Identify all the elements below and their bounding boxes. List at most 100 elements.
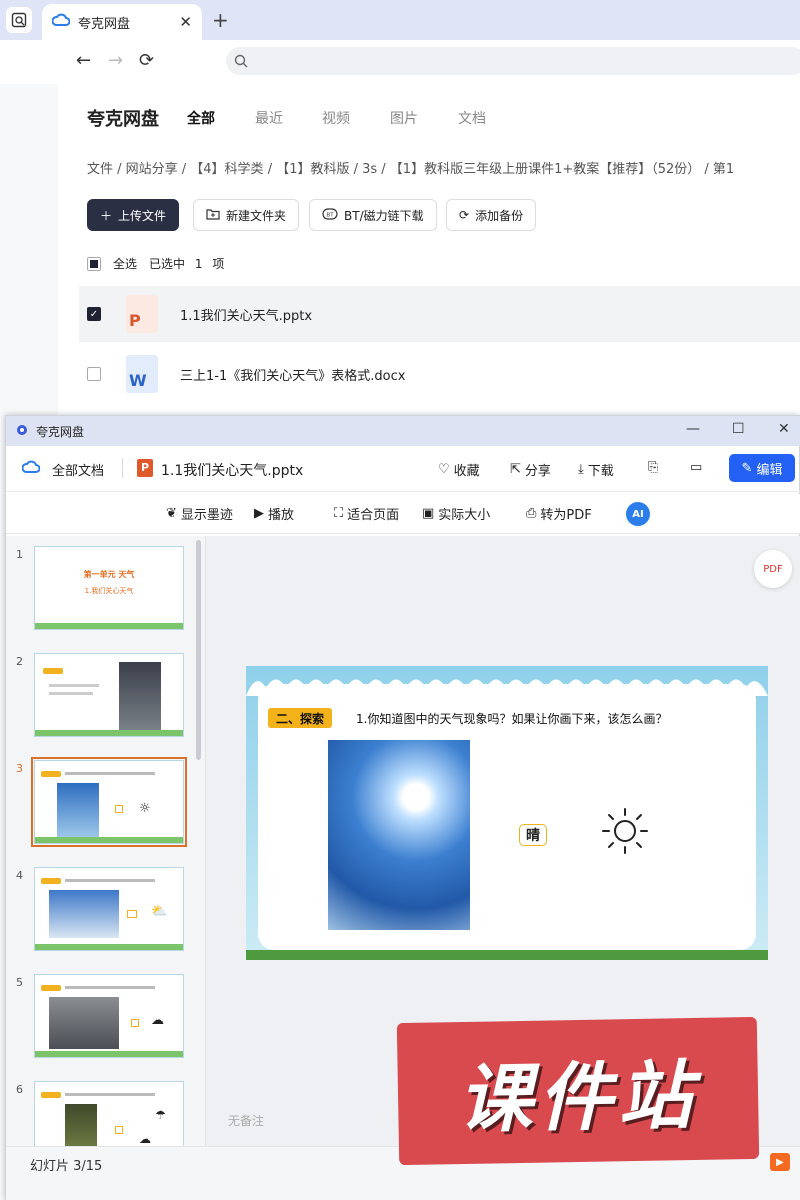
window-close-icon[interactable]: ✕ [778,421,790,437]
thumb-title: 第一单元 天气 [83,570,135,579]
select-all-label[interactable]: 全选 [113,255,137,272]
viewer-file-name: 1.1我们关心天气.pptx [161,463,304,479]
selected-unit: 项 [212,257,225,271]
tab-document[interactable]: 文档 [458,108,486,128]
sun-icon [602,808,648,854]
slide-thumb-2[interactable] [34,653,184,737]
viewer-title-bar: 夸克网盘 — ☐ ✕ [6,416,800,446]
tab-title: 夸克网盘 [78,16,131,32]
slide-thumb-5[interactable]: ☁ [34,974,184,1058]
tab-image[interactable]: 图片 [390,108,418,128]
thumb-number: 4 [16,869,23,882]
download-button[interactable]: ⤓ 下载 [578,460,614,479]
play-icon: ▶ [254,506,264,521]
slide-thumb-1[interactable]: 第一单元 天气 1.我们关心天气 [34,546,184,630]
cloud-icon [21,460,41,478]
file-name[interactable]: 三上1-1《我们关心天气》表格式.docx [180,365,405,384]
cloud-rain-icon: ☁ [139,1132,151,1146]
breadcrumb[interactable]: 文件 / 网站分享 / 【4】科学类 / 【1】教科版 / 3s / 【1】教科… [87,158,734,177]
pptx-file-icon: P [126,295,158,333]
file-checkbox[interactable] [87,367,101,381]
partly-cloudy-icon: ⛅ [151,904,168,919]
pptx-icon: P [137,459,153,477]
slide-thumbnails: 1 第一单元 天气 1.我们关心天气 2 3 ☼ 4 ⛅ 5 ☁ 6 ☂ ☁ [6,536,206,1146]
show-ink-button[interactable]: ❦ 显示墨迹 [166,504,233,523]
edit-button[interactable]: ✎ 编辑 [729,454,795,482]
to-pdf-button[interactable]: ⎙ 转为PDF [526,504,592,523]
rain-icon: ☂ [155,1108,166,1122]
pdf-convert-icon[interactable]: PDF [754,550,792,588]
slide-thumb-6[interactable]: ☂ ☁ [34,1081,184,1146]
plus-icon: ＋ [100,208,113,223]
slide-tag: 二、探索 [268,708,333,728]
slide-thumb-4[interactable]: ⛅ [34,867,184,951]
reload-icon[interactable]: ⟳ [139,50,154,71]
slideshow-play-icon[interactable]: ▶ [770,1153,790,1171]
collect-button[interactable]: ♡ 收藏 [438,460,480,479]
thumb-number: 3 [16,762,23,775]
viewer-toolbar: 全部文档 P 1.1我们关心天气.pptx ♡ 收藏 ⇱ 分享 ⤓ 下载 ⎘ ▭ ✎ 编… [6,446,800,492]
upload-button[interactable]: ＋上传文件 [87,199,180,231]
minimize-icon[interactable]: — [686,421,700,437]
cloud-icon: ☁ [151,1013,164,1028]
heart-icon: ♡ [438,462,450,477]
selected-count: 1 [194,257,203,271]
one-to-one-icon: ▣ [422,506,435,521]
tab-video[interactable]: 视频 [322,108,350,128]
app-logo-icon [16,424,28,439]
file-checkbox[interactable]: ✓ [87,307,101,321]
thumb-number: 6 [16,1083,23,1096]
docx-file-icon: W [126,355,158,393]
feedback-icon[interactable]: ▭ [690,460,702,475]
cloud-logo-icon [51,13,71,31]
slide-tools: ❦ 显示墨迹 ▶ 播放 ⛶ 适合页面 ▣ 实际大小 ⎙ 转为PDF AI [6,494,800,534]
play-button[interactable]: ▶ 播放 [254,504,294,523]
tab-recent[interactable]: 最近 [255,108,283,128]
open-external-icon[interactable]: ⎘ [648,460,658,475]
thumb-image [65,1104,97,1146]
thumb-subtitle: 1.我们关心天气 [84,587,134,595]
thumb-image [119,662,161,730]
address-bar[interactable] [226,47,800,75]
file-row[interactable]: W 三上1-1《我们关心天气》表格式.docx [79,346,800,402]
feather-icon: ❦ [166,506,177,521]
thumb-image [49,997,119,1049]
thumb-number: 5 [16,976,23,989]
forward-arrow-icon[interactable]: → [108,50,123,71]
slide-thumb-3[interactable]: ☼ [31,757,187,847]
tab-close-icon[interactable]: ✕ [179,13,192,31]
viewer-window-title: 夸克网盘 [36,424,85,439]
download-icon: ⤓ [578,462,584,477]
folder-plus-icon [206,208,220,223]
watermark-stamp: 课件站 [396,1016,760,1166]
tab-all[interactable]: 全部 [187,108,215,128]
slide-question: 1.你知道图中的天气现象吗？如果让你画下来，该怎么画？ [356,712,668,726]
svg-text:BT: BT [326,212,334,218]
thumbnail-scrollbar[interactable] [196,540,201,760]
select-all-checkbox[interactable] [87,256,101,271]
fit-page-button[interactable]: ⛶ 适合页面 [334,504,399,523]
thumb-image [49,890,119,938]
actual-size-button[interactable]: ▣ 实际大小 [422,504,490,523]
file-row[interactable]: ✓ P 1.1我们关心天气.pptx [79,286,800,342]
divider [122,458,123,478]
back-arrow-icon[interactable]: ← [76,50,91,71]
bt-download-button[interactable]: BT BT/磁力链下载 [309,199,437,231]
ai-assistant-icon[interactable]: AI [626,502,650,526]
thumb-number: 1 [16,548,23,561]
maximize-icon[interactable]: ☐ [732,421,745,437]
share-button[interactable]: ⇱ 分享 [510,460,551,479]
add-backup-button[interactable]: ⟳ 添加备份 [446,199,537,231]
notes-text: 无备注 [228,1114,265,1128]
all-docs-link[interactable]: 全部文档 [52,460,104,479]
share-icon: ⇱ [510,462,521,477]
page-brand: 夸克网盘 [87,109,159,130]
sun-icon: ☼ [139,801,151,816]
tab-search-icon[interactable] [6,7,32,33]
thumb-image [57,783,99,837]
bt-magnet-icon: BT [322,207,338,223]
browser-tab[interactable]: 夸克网盘 ✕ [42,4,202,40]
new-folder-button[interactable]: 新建文件夹 [193,199,300,231]
new-tab-icon[interactable]: + [212,8,229,32]
file-name[interactable]: 1.1我们关心天气.pptx [180,305,312,324]
